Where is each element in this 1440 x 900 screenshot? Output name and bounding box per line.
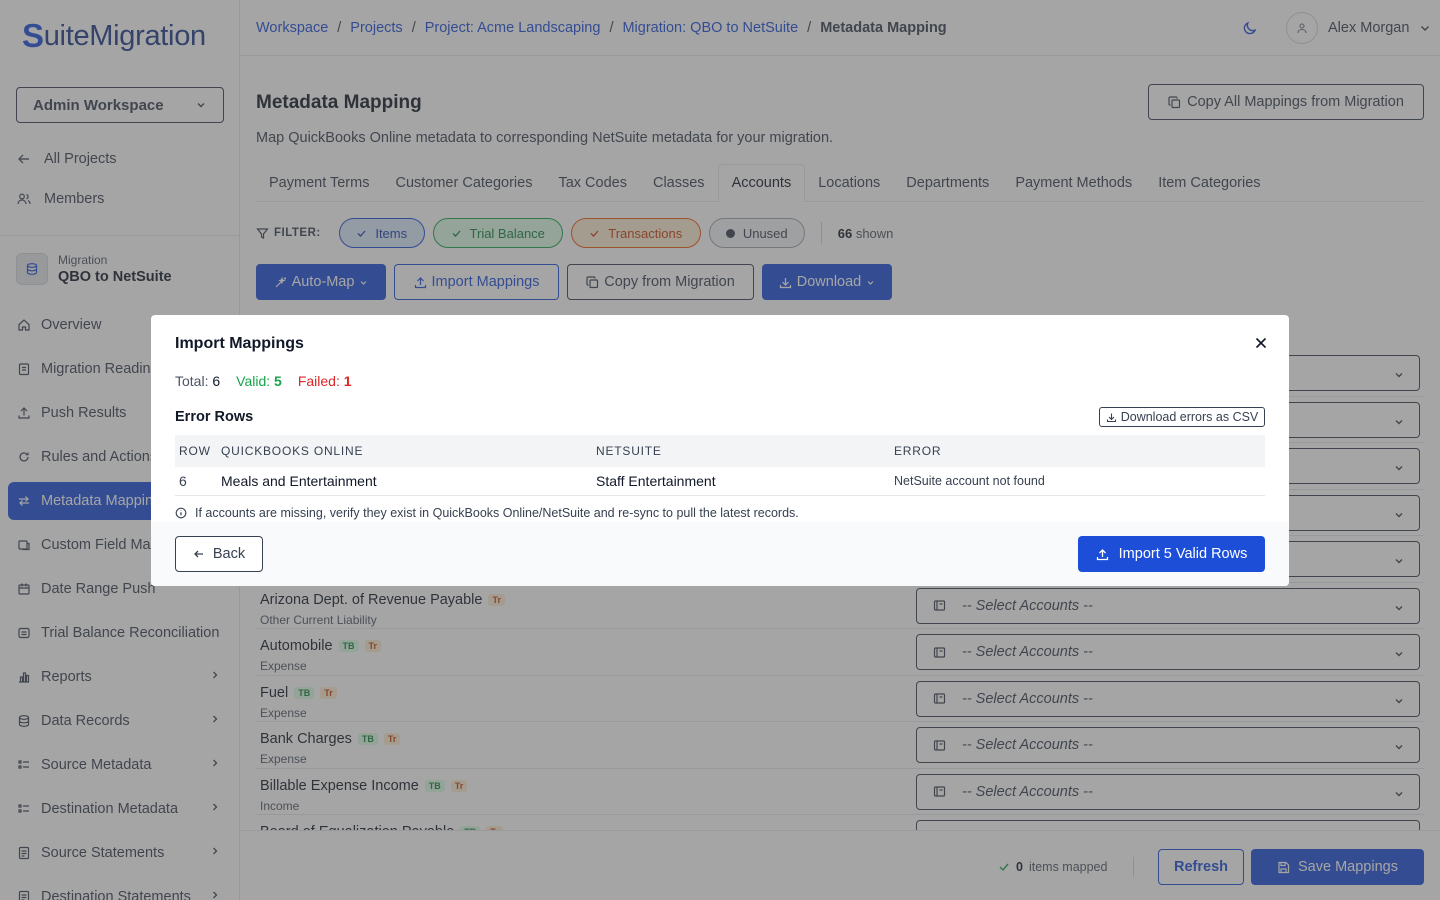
download-errors-label: Download errors as CSV [1120,410,1259,424]
arrow-left-icon [193,550,203,558]
column-header: ROW [179,444,211,458]
error-rows-table: ROW QUICKBOOKS ONLINE NETSUITE ERROR 6 M… [175,435,1265,496]
upload-icon [1096,548,1108,560]
info-icon [175,507,187,519]
qbo-account: Meals and Entertainment [221,473,377,489]
error-message: NetSuite account not found [894,474,1045,488]
back-label: Back [212,546,246,562]
modal-footer: Back Import 5 Valid Rows [151,522,1289,586]
info-text: If accounts are missing, verify they exi… [195,506,799,520]
row-number: 6 [179,473,187,489]
modal-title: Import Mappings [175,335,304,352]
stat-valid: Valid: 5 [236,373,282,389]
back-button[interactable]: Back [175,536,263,572]
stat-valid-value: 5 [274,373,282,389]
stat-failed-label: Failed: [297,373,340,389]
column-header: QUICKBOOKS ONLINE [221,444,364,458]
import-stats: Total: 6 Valid: 5 Failed: 1 [175,373,352,389]
table-header: ROW QUICKBOOKS ONLINE NETSUITE ERROR [175,435,1265,467]
table-row: 6 Meals and Entertainment Staff Entertai… [175,467,1265,496]
import-mappings-modal: Import Mappings Total: 6 Valid: 5 Failed… [151,315,1289,586]
import-valid-rows-button[interactable]: Import 5 Valid Rows [1078,536,1265,572]
stat-failed-value: 1 [343,373,352,389]
stat-total: Total: 6 [175,373,220,389]
close-icon[interactable] [1253,335,1269,351]
download-icon [1106,413,1116,422]
stat-valid-label: Valid: [236,373,271,389]
stat-total-value: 6 [212,373,221,389]
column-header: ERROR [894,444,942,458]
info-note: If accounts are missing, verify they exi… [175,506,799,520]
stat-total-label: Total: [175,373,209,389]
download-errors-button[interactable]: Download errors as CSV [1099,407,1265,427]
stat-failed: Failed: 1 [298,373,352,389]
error-rows-title: Error Rows [175,409,254,425]
import-valid-rows-label: Import 5 Valid Rows [1118,546,1248,562]
column-header: NETSUITE [596,444,662,458]
netsuite-account: Staff Entertainment [596,473,716,489]
